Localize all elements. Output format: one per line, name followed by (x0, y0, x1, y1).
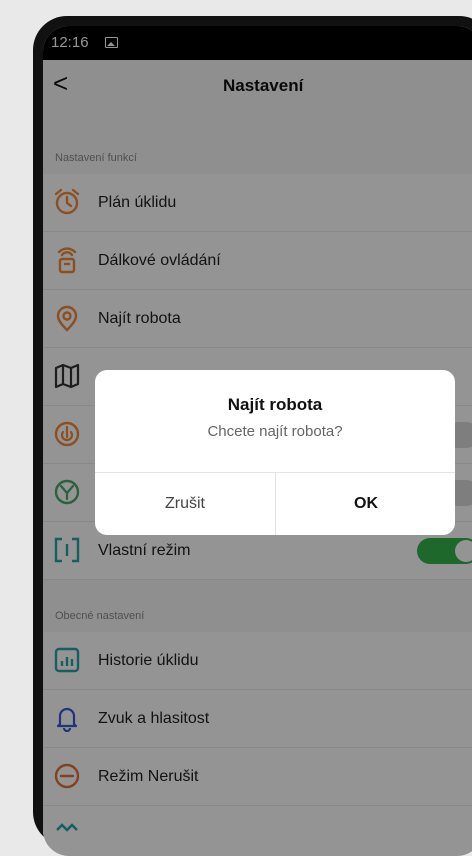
confirm-dialog: Najít robota Chcete najít robota? Zrušit… (95, 370, 455, 535)
dialog-message: Chcete najít robota? (207, 423, 343, 440)
phone-frame: 12:16 ≈ < Nastavení Nastavení funkcí Plá… (33, 16, 472, 856)
dialog-title: Najít robota (227, 395, 323, 414)
cancel-button[interactable]: Zrušit (95, 473, 275, 535)
ok-button[interactable]: OK (276, 473, 455, 535)
screen: 12:16 ≈ < Nastavení Nastavení funkcí Plá… (43, 26, 472, 856)
